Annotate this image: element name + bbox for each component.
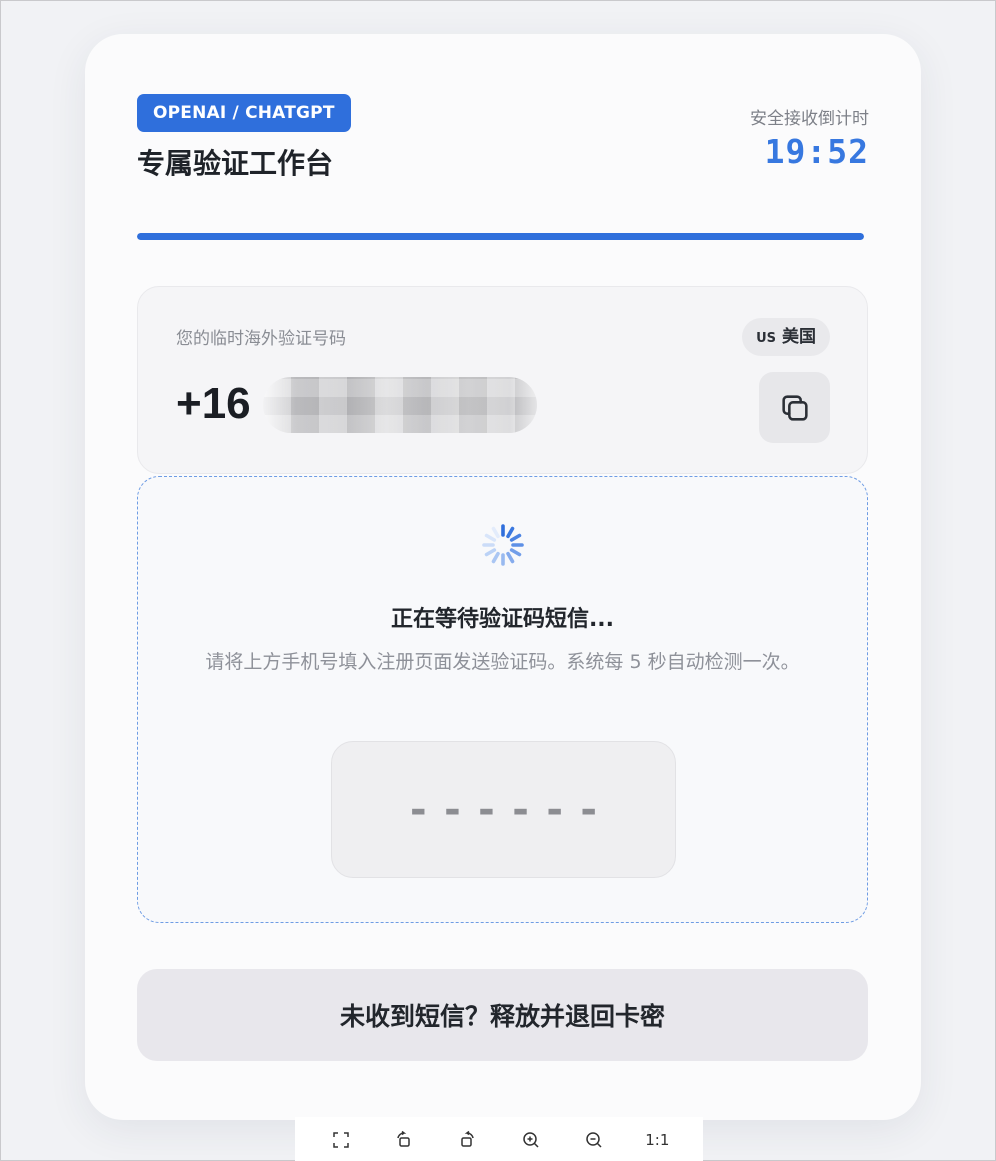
image-viewer-toolbar: 1:1 — [295, 1117, 703, 1161]
copy-number-button[interactable] — [759, 372, 830, 443]
phone-number-label: 您的临时海外验证号码 — [176, 329, 346, 349]
zoom-out-icon[interactable] — [583, 1129, 605, 1151]
countdown-progress-bar — [137, 233, 864, 240]
release-refund-button[interactable]: 未收到短信？释放并退回卡密 — [137, 969, 868, 1061]
country-name: 美国 — [782, 327, 816, 347]
sms-waiting-panel: 正在等待验证码短信... 请将上方手机号填入注册页面发送验证码。系统每 5 秒自… — [137, 476, 868, 923]
actual-size-button[interactable]: 1:1 — [645, 1129, 669, 1151]
verification-code-box: ------ — [331, 741, 676, 878]
waiting-description: 请将上方手机号填入注册页面发送验证码。系统每 5 秒自动检测一次。 — [205, 651, 800, 673]
zoom-in-icon[interactable] — [520, 1129, 542, 1151]
rotate-left-icon[interactable] — [393, 1129, 415, 1151]
page-title: 专属验证工作台 — [137, 147, 334, 180]
phone-number-panel: 您的临时海外验证号码 US 美国 +16 — [137, 286, 868, 474]
copy-icon — [781, 394, 808, 421]
countdown-timer: 19:52 — [764, 132, 869, 171]
countdown-progress-fill — [137, 233, 864, 240]
phone-number-redaction — [263, 377, 537, 433]
service-tag: OPENAI / CHATGPT — [137, 94, 351, 132]
rotate-right-icon[interactable] — [456, 1129, 478, 1151]
phone-number-value[interactable]: +16 — [176, 379, 251, 429]
waiting-title: 正在等待验证码短信... — [390, 607, 615, 632]
countdown-label: 安全接收倒计时 — [750, 109, 869, 129]
verification-code-placeholder: ------ — [406, 786, 611, 833]
country-badge: US 美国 — [742, 318, 830, 356]
loading-spinner-icon — [482, 524, 524, 566]
verification-card: OPENAI / CHATGPT 专属验证工作台 安全接收倒计时 19:52 您… — [85, 34, 921, 1120]
country-code: US — [756, 331, 776, 346]
fullscreen-icon[interactable] — [330, 1129, 352, 1151]
